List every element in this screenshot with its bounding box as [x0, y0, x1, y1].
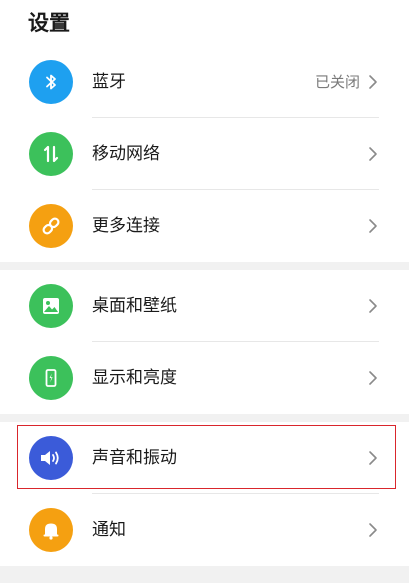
- notification-icon: [29, 508, 73, 552]
- settings-item-wallpaper[interactable]: 桌面和壁纸: [0, 270, 409, 342]
- chevron-right-icon: [369, 451, 377, 465]
- settings-item-bluetooth[interactable]: 蓝牙 已关闭: [0, 46, 409, 118]
- bluetooth-status: 已关闭: [314, 73, 360, 91]
- settings-group-connectivity: 蓝牙 已关闭 移动网络 更多连接: [0, 46, 409, 262]
- sound-icon: [29, 436, 73, 480]
- settings-item-label: 通知: [92, 520, 126, 540]
- page-title: 设置: [28, 11, 70, 35]
- settings-item-mobile-network[interactable]: 移动网络: [0, 118, 409, 190]
- settings-item-label: 桌面和壁纸: [92, 296, 177, 316]
- settings-item-label: 蓝牙: [92, 72, 126, 92]
- settings-item-more-connections[interactable]: 更多连接: [0, 190, 409, 262]
- chevron-right-icon: [369, 219, 377, 233]
- chevron-right-icon: [369, 523, 377, 537]
- settings-group-sound: 声音和振动 通知: [0, 422, 409, 566]
- settings-item-label: 显示和亮度: [92, 368, 177, 388]
- wallpaper-icon: [29, 284, 73, 328]
- section-separator: [0, 414, 409, 422]
- settings-item-label: 声音和振动: [92, 448, 177, 468]
- section-separator: [0, 566, 409, 583]
- settings-item-display-brightness[interactable]: 显示和亮度: [0, 342, 409, 414]
- bluetooth-icon: [29, 60, 73, 104]
- link-icon: [29, 204, 73, 248]
- section-separator: [0, 262, 409, 270]
- chevron-right-icon: [369, 371, 377, 385]
- settings-item-notifications[interactable]: 通知: [0, 494, 409, 566]
- settings-item-label: 更多连接: [92, 216, 160, 236]
- settings-group-display: 桌面和壁纸 显示和亮度: [0, 270, 409, 414]
- chevron-right-icon: [369, 75, 377, 89]
- settings-item-sound-vibration[interactable]: 声音和振动: [0, 422, 409, 494]
- settings-item-label: 移动网络: [92, 144, 160, 164]
- display-icon: [29, 356, 73, 400]
- mobile-data-icon: [29, 132, 73, 176]
- chevron-right-icon: [369, 147, 377, 161]
- chevron-right-icon: [369, 299, 377, 313]
